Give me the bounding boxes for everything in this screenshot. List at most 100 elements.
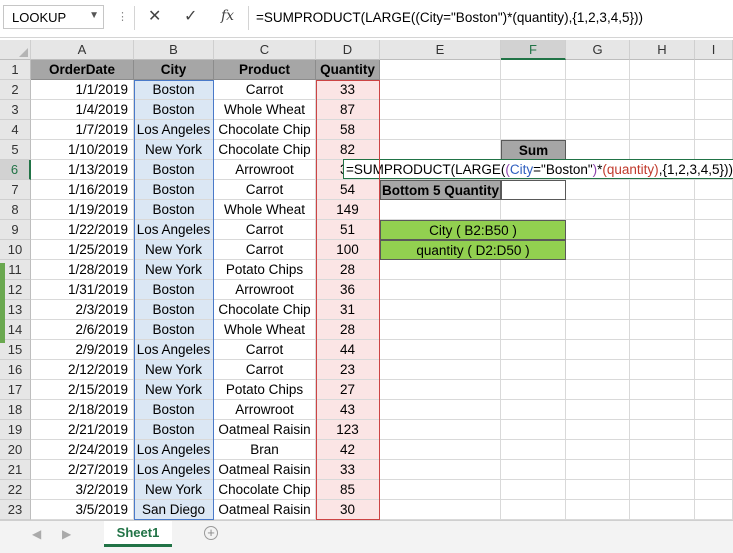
empty-cell[interactable]	[630, 100, 695, 120]
quantity-cell[interactable]: 51	[316, 220, 380, 240]
empty-cell[interactable]	[380, 460, 501, 480]
product-cell[interactable]: Whole Wheat	[214, 200, 316, 220]
row-header-15[interactable]: 15	[0, 340, 31, 360]
empty-cell[interactable]	[630, 80, 695, 100]
empty-cell[interactable]	[630, 360, 695, 380]
orderdate-cell[interactable]: 1/13/2019	[31, 160, 134, 180]
product-cell[interactable]: Carrot	[214, 180, 316, 200]
product-cell[interactable]: Oatmeal Raisin	[214, 500, 316, 520]
header-product[interactable]: Product	[214, 60, 316, 80]
quantity-cell[interactable]: 58	[316, 120, 380, 140]
quantity-cell[interactable]: 123	[316, 420, 380, 440]
empty-cell[interactable]	[695, 320, 733, 340]
empty-cell[interactable]	[380, 100, 501, 120]
quantity-range-label[interactable]: quantity ( D2:D50 )	[380, 240, 566, 260]
empty-cell[interactable]	[501, 500, 566, 520]
city-cell[interactable]: Boston	[134, 160, 214, 180]
quantity-cell[interactable]: 33	[316, 460, 380, 480]
chevron-down-icon[interactable]: ▼	[89, 10, 99, 21]
empty-cell[interactable]	[630, 440, 695, 460]
empty-cell[interactable]	[630, 400, 695, 420]
product-cell[interactable]: Carrot	[214, 340, 316, 360]
orderdate-cell[interactable]: 1/19/2019	[31, 200, 134, 220]
empty-cell[interactable]	[380, 440, 501, 460]
empty-cell[interactable]	[566, 100, 630, 120]
cell-editor[interactable]: =SUMPRODUCT(LARGE((City="Boston")*(quant…	[343, 159, 733, 179]
empty-cell[interactable]	[630, 120, 695, 140]
orderdate-cell[interactable]: 2/24/2019	[31, 440, 134, 460]
sheet-tab-sheet1[interactable]: Sheet1	[104, 521, 172, 547]
orderdate-cell[interactable]: 2/3/2019	[31, 300, 134, 320]
empty-cell[interactable]	[380, 360, 501, 380]
empty-cell[interactable]	[630, 500, 695, 520]
orderdate-cell[interactable]: 2/9/2019	[31, 340, 134, 360]
product-cell[interactable]: Chocolate Chip	[214, 480, 316, 500]
empty-cell[interactable]	[566, 240, 630, 260]
product-cell[interactable]: Bran	[214, 440, 316, 460]
product-cell[interactable]: Carrot	[214, 360, 316, 380]
empty-cell[interactable]	[630, 180, 695, 200]
bottom5-result[interactable]	[501, 180, 566, 200]
row-header-2[interactable]: 2	[0, 80, 31, 100]
quantity-cell[interactable]: 100	[316, 240, 380, 260]
empty-cell[interactable]	[695, 100, 733, 120]
row-header-6[interactable]: 6	[0, 160, 31, 180]
empty-cell[interactable]	[566, 260, 630, 280]
empty-cell[interactable]	[630, 420, 695, 440]
column-header-c[interactable]: C	[214, 40, 316, 60]
empty-cell[interactable]	[566, 120, 630, 140]
empty-cell[interactable]	[501, 320, 566, 340]
empty-cell[interactable]	[501, 260, 566, 280]
quantity-cell[interactable]: 87	[316, 100, 380, 120]
empty-cell[interactable]	[566, 180, 630, 200]
city-cell[interactable]: Boston	[134, 180, 214, 200]
empty-cell[interactable]	[695, 400, 733, 420]
row-header-21[interactable]: 21	[0, 460, 31, 480]
quantity-cell[interactable]: 44	[316, 340, 380, 360]
empty-cell[interactable]	[695, 420, 733, 440]
empty-cell[interactable]	[630, 60, 695, 80]
empty-cell[interactable]	[630, 460, 695, 480]
empty-cell[interactable]	[380, 60, 501, 80]
city-cell[interactable]: Boston	[134, 280, 214, 300]
empty-cell[interactable]	[501, 300, 566, 320]
empty-cell[interactable]	[695, 240, 733, 260]
quantity-cell[interactable]: 28	[316, 260, 380, 280]
product-cell[interactable]: Whole Wheat	[214, 320, 316, 340]
empty-cell[interactable]	[630, 320, 695, 340]
city-cell[interactable]: Los Angeles	[134, 220, 214, 240]
product-cell[interactable]: Potato Chips	[214, 260, 316, 280]
empty-cell[interactable]	[380, 480, 501, 500]
city-cell[interactable]: Los Angeles	[134, 440, 214, 460]
empty-cell[interactable]	[566, 80, 630, 100]
city-cell[interactable]: New York	[134, 260, 214, 280]
empty-cell[interactable]	[695, 380, 733, 400]
quantity-cell[interactable]: 30	[316, 500, 380, 520]
quantity-cell[interactable]: 23	[316, 360, 380, 380]
orderdate-cell[interactable]: 1/10/2019	[31, 140, 134, 160]
orderdate-cell[interactable]: 1/25/2019	[31, 240, 134, 260]
empty-cell[interactable]	[566, 320, 630, 340]
empty-cell[interactable]	[380, 280, 501, 300]
more-options-icon[interactable]: ⋮	[117, 10, 128, 23]
empty-cell[interactable]	[695, 360, 733, 380]
empty-cell[interactable]	[566, 420, 630, 440]
city-cell[interactable]: San Diego	[134, 500, 214, 520]
row-header-7[interactable]: 7	[0, 180, 31, 200]
empty-cell[interactable]	[501, 100, 566, 120]
city-cell[interactable]: Los Angeles	[134, 460, 214, 480]
city-cell[interactable]: Boston	[134, 80, 214, 100]
quantity-cell[interactable]: 33	[316, 80, 380, 100]
empty-cell[interactable]	[380, 260, 501, 280]
quantity-cell[interactable]: 28	[316, 320, 380, 340]
empty-cell[interactable]	[566, 440, 630, 460]
empty-cell[interactable]	[380, 80, 501, 100]
empty-cell[interactable]	[380, 200, 501, 220]
empty-cell[interactable]	[695, 200, 733, 220]
column-header-h[interactable]: H	[630, 40, 695, 60]
empty-cell[interactable]	[380, 420, 501, 440]
orderdate-cell[interactable]: 3/2/2019	[31, 480, 134, 500]
row-header-17[interactable]: 17	[0, 380, 31, 400]
product-cell[interactable]: Oatmeal Raisin	[214, 460, 316, 480]
empty-cell[interactable]	[380, 320, 501, 340]
